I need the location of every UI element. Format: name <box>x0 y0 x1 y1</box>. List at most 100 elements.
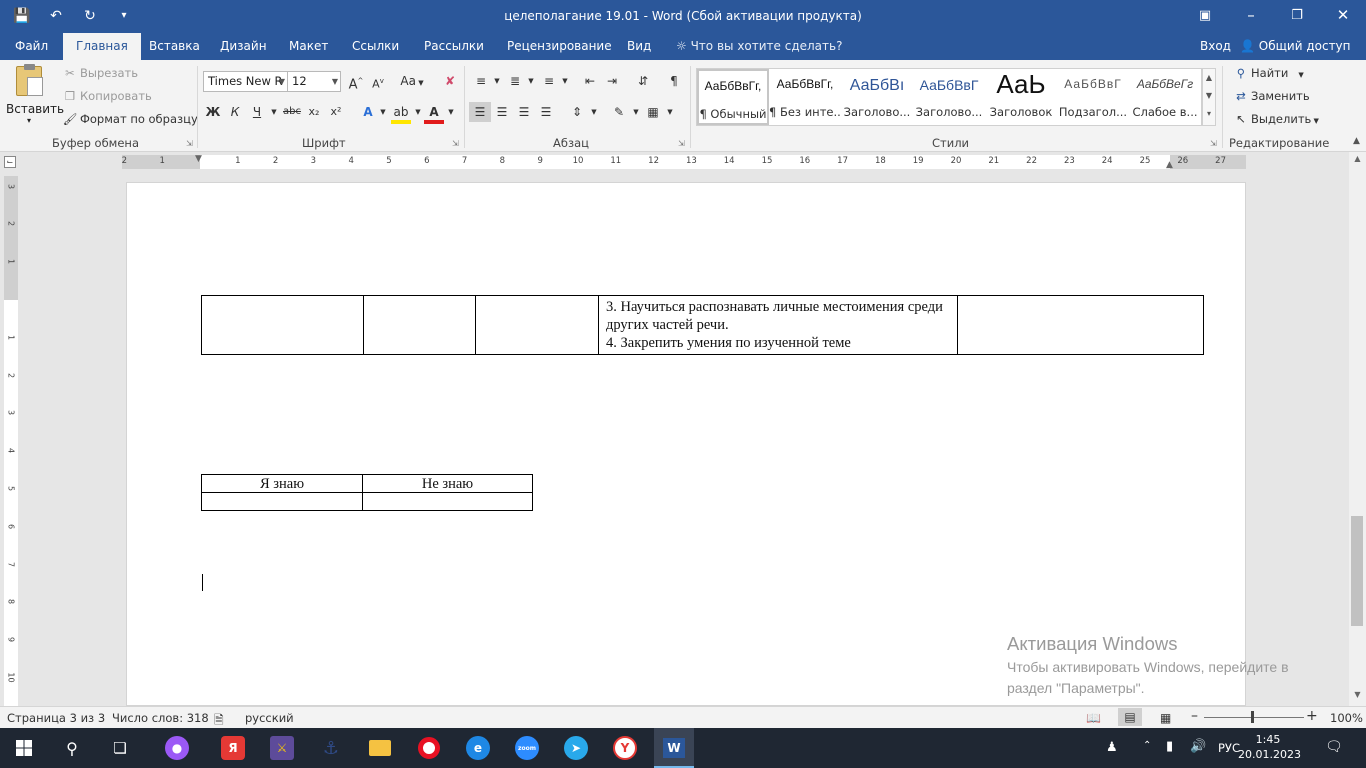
alice-icon[interactable]: ● <box>157 734 197 762</box>
anchor-icon[interactable]: ⚓ <box>311 734 351 762</box>
font-size-combo[interactable]: 12 ▼ <box>287 71 341 92</box>
replace-button[interactable]: ⇄ Заменить <box>1233 89 1309 103</box>
zoom-slider-thumb[interactable] <box>1251 711 1254 723</box>
ribbon-display-icon[interactable]: ▣ <box>1182 0 1228 33</box>
superscript-button[interactable]: x² <box>326 102 346 122</box>
telegram-icon[interactable]: ➤ <box>556 734 596 762</box>
pilcrow-icon[interactable]: ¶ <box>664 71 684 91</box>
tab-review[interactable]: Рецензирование <box>494 33 625 60</box>
tab-file[interactable]: Файл <box>2 33 61 60</box>
font-name-combo[interactable]: Times New R ▼ <box>203 71 288 92</box>
format-painter-button[interactable]: 🖌 Формат по образцу <box>62 112 198 126</box>
horizontal-ruler[interactable]: ⌙ 2 1 1 2 3 4 5 6 7 8 9 10 11 12 13 14 15 16 17 18 19 20 21 22 2… <box>0 152 1366 172</box>
language-tray[interactable]: РУС <box>1218 741 1240 755</box>
justify-icon[interactable]: ☰ <box>536 102 556 122</box>
shrink-font-button[interactable]: Av <box>368 71 388 91</box>
chevron-down-icon[interactable]: ▼ <box>373 102 393 122</box>
yandex-icon[interactable]: Я <box>213 734 253 762</box>
table-cell[interactable] <box>362 492 533 511</box>
subscript-button[interactable]: x₂ <box>304 102 324 122</box>
style-title[interactable]: АаЬ Заголовок <box>985 69 1057 125</box>
read-mode-icon[interactable]: 📖 <box>1086 711 1101 725</box>
tab-view[interactable]: Вид <box>614 33 664 60</box>
chevron-up-icon[interactable]: ⌃ <box>1143 740 1151 751</box>
search-icon[interactable]: ⚲ <box>52 734 92 762</box>
clear-formatting-icon[interactable]: ✘ <box>440 71 460 91</box>
tab-selector-icon[interactable]: ⌙ <box>4 156 16 168</box>
document-page[interactable]: 3. Научиться распознавать личные местоим… <box>126 182 1246 706</box>
tab-layout[interactable]: Макет <box>276 33 341 60</box>
battery-icon[interactable]: ▮ <box>1166 739 1173 754</box>
tab-mailings[interactable]: Рассылки <box>411 33 497 60</box>
align-left-icon[interactable]: ☰ <box>469 102 491 122</box>
web-layout-icon[interactable]: ▦ <box>1160 711 1171 725</box>
table-cell[interactable] <box>957 295 1204 355</box>
table-cell[interactable] <box>201 492 363 511</box>
table-cell[interactable] <box>363 295 476 355</box>
volume-icon[interactable]: 🔊 <box>1190 739 1206 754</box>
sign-in-link[interactable]: Вход <box>1200 33 1231 60</box>
dialog-launcher-icon[interactable]: ⇲ <box>678 139 685 148</box>
folder-icon[interactable] <box>360 734 400 762</box>
print-layout-icon[interactable]: ▤ <box>1118 708 1142 726</box>
zoom-slider[interactable] <box>1204 717 1304 718</box>
close-icon[interactable]: ✕ <box>1320 0 1366 33</box>
align-right-icon[interactable]: ☰ <box>514 102 534 122</box>
strikethrough-button[interactable]: abc <box>282 102 302 122</box>
style-heading-2[interactable]: АаБбВвГ Заголово... <box>913 69 985 125</box>
zoom-level[interactable]: 100% <box>1330 711 1363 725</box>
start-icon[interactable] <box>4 734 44 762</box>
table-cell[interactable] <box>201 295 364 355</box>
know-header[interactable]: Я знаю <box>201 474 363 493</box>
sort-icon[interactable]: ⇵ <box>633 71 653 91</box>
indent-marker-icon[interactable]: ▼ <box>195 154 202 164</box>
italic-button[interactable]: К <box>225 102 245 122</box>
tab-design[interactable]: Дизайн <box>207 33 280 60</box>
tab-references[interactable]: Ссылки <box>339 33 412 60</box>
opera-icon[interactable] <box>409 734 449 762</box>
collapse-ribbon-icon[interactable]: ▲ <box>1353 136 1360 146</box>
clock[interactable]: 1:45 20.01.2023 <box>1238 732 1301 762</box>
copy-button[interactable]: ❐ Копировать <box>62 89 152 103</box>
chevron-down-icon[interactable]: ▼ <box>584 102 604 122</box>
chevron-up-icon[interactable]: ▲ <box>1203 69 1215 87</box>
notification-icon[interactable]: 🗨 <box>1325 739 1343 755</box>
zoom-icon[interactable]: zoom <box>507 734 547 762</box>
select-button[interactable]: ↖ Выделить ▼ <box>1233 112 1319 126</box>
grow-font-button[interactable]: A^ <box>346 71 366 92</box>
tell-me-box[interactable]: ☼ Что вы хотите сделать? <box>676 33 842 60</box>
style-subtitle[interactable]: АаБбВвГ Подзагол... <box>1057 69 1129 125</box>
cut-button[interactable]: ✂ Вырезать <box>62 66 138 80</box>
change-case-button[interactable]: Aa ▼ <box>397 71 427 91</box>
zoom-in-icon[interactable]: + <box>1306 708 1318 724</box>
styles-scroll[interactable]: ▲ ▼ ▾ <box>1202 68 1216 126</box>
chevron-down-icon[interactable]: ▼ <box>441 102 461 122</box>
tab-home[interactable]: Главная <box>63 33 141 60</box>
scroll-thumb[interactable] <box>1351 516 1363 626</box>
language-indicator[interactable]: русский <box>245 711 294 725</box>
chevron-down-icon[interactable]: ▼ <box>1203 87 1215 105</box>
increase-indent-icon[interactable]: ⇥ <box>602 71 622 91</box>
chevron-down-icon[interactable]: ▼ <box>521 71 541 91</box>
vertical-scrollbar[interactable]: ▲ ▼ <box>1349 152 1366 706</box>
style-normal[interactable]: АаБбВвГг, ¶ Обычный <box>697 69 769 125</box>
task-view-icon[interactable]: ❏ <box>100 734 140 762</box>
dialog-launcher-icon[interactable]: ⇲ <box>452 139 459 148</box>
word-count[interactable]: Число слов: 318 <box>112 711 209 725</box>
game-icon[interactable]: ⚔ <box>262 734 302 762</box>
paste-button[interactable]: Вставить ▾ <box>6 64 64 132</box>
find-button[interactable]: ⚲ Найти ▼ <box>1233 66 1304 80</box>
dont-know-header[interactable]: Не знаю <box>362 474 533 493</box>
style-heading-1[interactable]: АаБбВı Заголово... <box>841 69 913 125</box>
tab-insert[interactable]: Вставка <box>136 33 213 60</box>
goals-text-cell[interactable]: 3. Научиться распознавать личные местоим… <box>598 295 958 355</box>
dialog-launcher-icon[interactable]: ⇲ <box>1210 139 1217 148</box>
bold-button[interactable]: Ж <box>203 102 223 122</box>
restore-icon[interactable]: ❐ <box>1274 0 1320 33</box>
chevron-down-icon[interactable]: ▼ <box>555 71 575 91</box>
chevron-down-icon[interactable]: ▼ <box>264 102 284 122</box>
right-indent-icon[interactable]: ▲ <box>1166 160 1173 170</box>
chevron-up-icon[interactable]: ▲ <box>1349 154 1366 163</box>
chevron-down-icon[interactable]: ▼ <box>660 102 680 122</box>
share-button[interactable]: 👤 Общий доступ <box>1240 33 1351 60</box>
